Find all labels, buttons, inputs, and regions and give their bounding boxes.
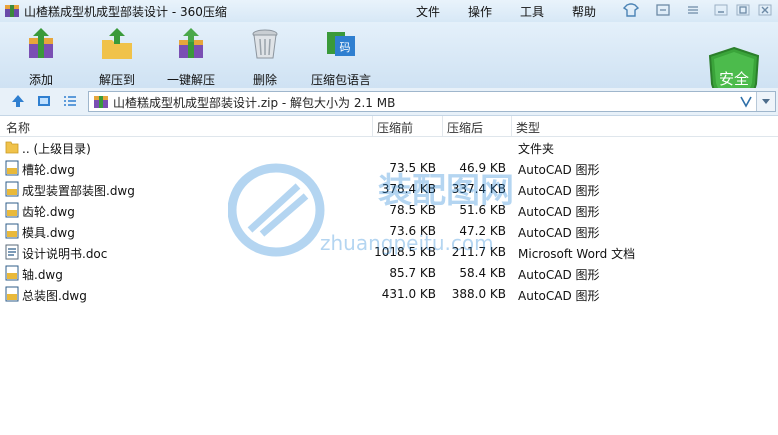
file-name: 槽轮.dwg — [22, 163, 75, 177]
extract-to-button[interactable]: 解压到 — [82, 26, 152, 88]
file-name: 设计说明书.doc — [22, 247, 108, 261]
file-type: AutoCAD 图形 — [518, 268, 600, 282]
header-uncompressed[interactable]: 压缩后 — [447, 119, 483, 136]
add-button-label: 添加 — [28, 73, 53, 87]
file-size-after: 388.0 KB — [451, 287, 506, 301]
menu-help[interactable]: 帮助 — [572, 3, 596, 20]
dwg-file-icon — [5, 202, 19, 218]
extract-to-icon — [102, 28, 132, 59]
trash-icon — [252, 29, 278, 59]
file-name: 总装图.dwg — [22, 289, 87, 303]
dwg-file-icon — [5, 160, 19, 176]
security-badge-text: 安全 — [719, 70, 749, 88]
file-name: 模具.dwg — [22, 226, 75, 240]
close-icon[interactable] — [756, 2, 774, 18]
options-icon[interactable] — [684, 2, 702, 18]
toolbar: 添加 解压到 一键解压 删除 码 压缩包语言 安全 — [0, 22, 778, 110]
large-icon-view-icon[interactable] — [36, 93, 52, 109]
archive-icon — [94, 96, 108, 108]
archive-path-field[interactable]: 山楂糕成型机成型部装设计.zip - 解包大小为 2.1 MB — [88, 91, 776, 112]
archive-language-button[interactable]: 码 压缩包语言 — [306, 26, 376, 88]
dwg-file-icon — [5, 181, 19, 197]
file-size-before: 431.0 KB — [381, 287, 436, 301]
add-archive-icon — [29, 28, 53, 58]
dwg-file-icon — [5, 265, 19, 281]
add-button[interactable]: 添加 — [6, 26, 76, 88]
up-arrow-icon[interactable] — [10, 93, 26, 109]
message-icon[interactable] — [654, 2, 672, 18]
archive-language-button-label: 压缩包语言 — [310, 73, 371, 87]
delete-button-label: 删除 — [252, 73, 277, 87]
file-size-before: 85.7 KB — [389, 266, 436, 280]
header-name[interactable]: 名称 — [6, 119, 30, 136]
dwg-file-icon — [5, 223, 19, 239]
menu-operation[interactable]: 操作 — [468, 3, 492, 20]
maximize-icon[interactable] — [734, 2, 752, 18]
file-name: 轴.dwg — [22, 268, 63, 282]
minimize-icon[interactable] — [712, 2, 730, 18]
address-bar: 山楂糕成型机成型部装设计.zip - 解包大小为 2.1 MB — [0, 88, 778, 116]
one-click-extract-button[interactable]: 一键解压 — [156, 26, 226, 88]
column-divider[interactable] — [511, 116, 512, 136]
skin-shirt-icon[interactable] — [622, 2, 640, 18]
archive-language-icon: 码 — [327, 32, 355, 56]
menu-tools[interactable]: 工具 — [520, 3, 544, 20]
delete-button[interactable]: 删除 — [230, 26, 300, 88]
file-name: 成型装置部装图.dwg — [22, 184, 135, 198]
one-click-extract-icon — [179, 28, 203, 58]
dwg-file-icon — [5, 286, 19, 302]
file-size-after: 58.4 KB — [459, 266, 506, 280]
table-row[interactable]: 总装图.dwg 431.0 KB 388.0 KB AutoCAD 图形 — [0, 284, 778, 305]
folder-icon — [5, 141, 19, 154]
menu-file[interactable]: 文件 — [416, 3, 440, 20]
header-compressed[interactable]: 压缩前 — [377, 119, 413, 136]
one-click-extract-button-label: 一键解压 — [166, 73, 215, 87]
history-dropdown-button[interactable] — [756, 92, 775, 111]
path-dropdown-icon[interactable] — [739, 95, 753, 108]
list-item-parent-folder[interactable]: .. (上级目录) 文件夹 — [0, 137, 778, 158]
watermark-text-cn: 装配图网 — [378, 171, 514, 211]
extract-to-button-label: 解压到 — [98, 73, 135, 87]
column-divider[interactable] — [372, 116, 373, 136]
chevron-down-icon — [762, 99, 770, 104]
table-row[interactable]: 轴.dwg 85.7 KB 58.4 KB AutoCAD 图形 — [0, 263, 778, 284]
watermark-url: zhuangpeitu.com — [320, 231, 494, 255]
archive-path-text: 山楂糕成型机成型部装设计.zip - 解包大小为 2.1 MB — [113, 96, 396, 110]
watermark-logo: 装配图网 zhuangpeitu.com — [228, 163, 514, 257]
window-title: 山楂糕成型机成型部装设计 - 360压缩 — [24, 5, 227, 19]
column-divider[interactable] — [442, 116, 443, 136]
file-name: 齿轮.dwg — [22, 205, 75, 219]
file-type: 文件夹 — [518, 142, 555, 156]
file-name: .. (上级目录) — [22, 142, 91, 156]
title-bar: 山楂糕成型机成型部装设计 - 360压缩 文件 操作 工具 帮助 — [0, 0, 778, 22]
app-icon — [5, 5, 19, 17]
column-headers: 名称 压缩前 压缩后 类型 — [0, 116, 778, 137]
file-type: AutoCAD 图形 — [518, 289, 600, 303]
svg-text:码: 码 — [340, 41, 351, 54]
doc-file-icon — [5, 244, 19, 260]
list-view-icon[interactable] — [62, 93, 78, 109]
header-type[interactable]: 类型 — [516, 119, 540, 136]
